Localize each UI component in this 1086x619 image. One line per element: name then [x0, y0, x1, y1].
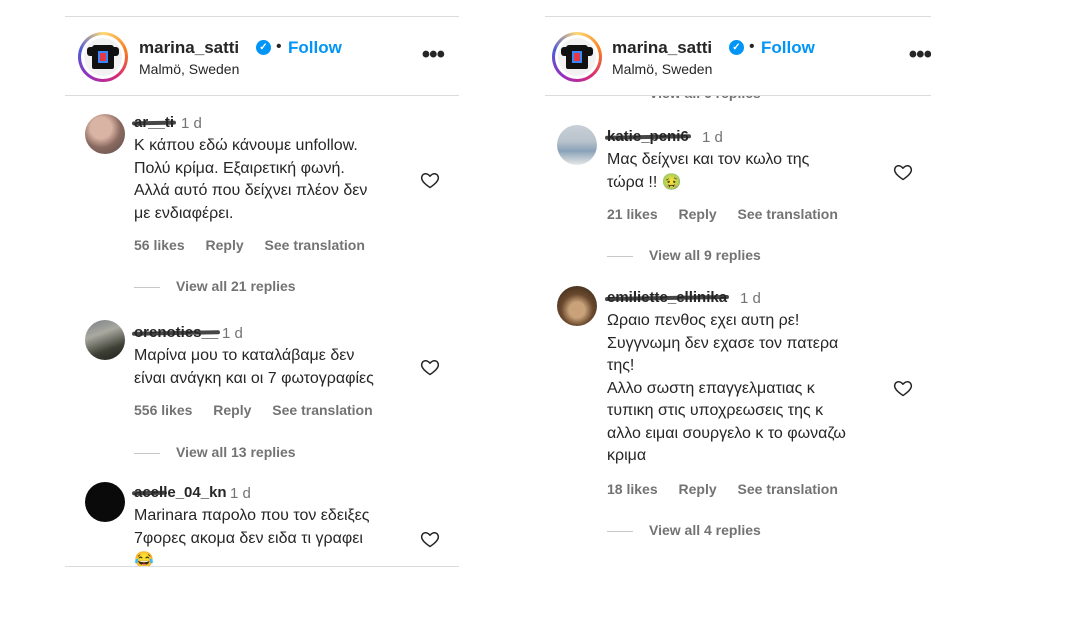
- tears-of-joy-emoji-icon: 😂: [134, 552, 154, 567]
- redaction-scribble: [131, 490, 167, 496]
- comment-time: 1 d: [230, 485, 251, 502]
- comment-time: 1 d: [181, 115, 202, 132]
- commenter-avatar[interactable]: [85, 482, 125, 522]
- replies-divider-line: [607, 255, 633, 257]
- heart-icon[interactable]: [420, 170, 440, 190]
- comments-panel-left: ar__ti 1 d Κ κάπου εδώ κάνουμε unfollow.…: [65, 16, 459, 567]
- view-replies-label: View all 21 replies: [176, 278, 296, 294]
- likes-count[interactable]: 18 likes: [607, 481, 658, 497]
- heart-icon[interactable]: [893, 378, 913, 398]
- post-header: marina_satti ✓ • Follow Malmö, Sweden ••…: [65, 17, 459, 96]
- follow-button[interactable]: Follow: [761, 38, 815, 58]
- commenter-username[interactable]: acelle_04_kn: [131, 484, 227, 501]
- view-replies-button[interactable]: View all 4 replies: [607, 522, 761, 538]
- commenter-avatar[interactable]: [557, 286, 597, 326]
- more-options-icon[interactable]: •••: [909, 41, 931, 69]
- more-options-icon[interactable]: •••: [422, 41, 445, 69]
- comment-text: Μαρίνα μου το καταλάβαμε δεν είναι ανάγκ…: [134, 347, 374, 387]
- separator-dot: •: [749, 38, 755, 55]
- reply-button[interactable]: Reply: [679, 206, 717, 222]
- replies-divider-line: [607, 530, 633, 532]
- comments-panel-right: View all 6 replies katie_peni6 1 d Μας δ…: [545, 16, 931, 546]
- reply-button[interactable]: Reply: [213, 402, 251, 418]
- comment-actions: 556 likes Reply See translation: [134, 402, 390, 418]
- replies-divider-line: [134, 286, 160, 288]
- view-replies-label: View all 4 replies: [649, 522, 761, 538]
- post-location[interactable]: Malmö, Sweden: [139, 61, 239, 77]
- see-translation-button[interactable]: See translation: [272, 402, 372, 418]
- reply-button[interactable]: Reply: [206, 237, 244, 253]
- comment-time: 1 d: [740, 290, 761, 307]
- replies-divider-line: [134, 452, 160, 454]
- heart-icon[interactable]: [420, 357, 440, 377]
- comment-text: Κ κάπου εδώ κάνουμε unfollow. Πολύ κρίμα…: [134, 137, 368, 222]
- likes-count[interactable]: 21 likes: [607, 206, 658, 222]
- profile-avatar[interactable]: [552, 32, 602, 82]
- see-translation-button[interactable]: See translation: [738, 206, 838, 222]
- comment-text: Μας δείχνει και τον κωλο της τώρα !! 🤢: [607, 151, 810, 191]
- post-location[interactable]: Malmö, Sweden: [612, 61, 712, 77]
- see-translation-button[interactable]: See translation: [265, 237, 365, 253]
- separator-dot: •: [276, 38, 282, 55]
- redaction-scribble: [131, 120, 177, 126]
- commenter-avatar[interactable]: [557, 125, 597, 165]
- nauseated-face-emoji-icon: 🤢: [661, 173, 682, 191]
- commenter-username[interactable]: orenoties__: [131, 324, 221, 341]
- verified-badge-icon: ✓: [729, 40, 744, 55]
- verified-badge-icon: ✓: [256, 40, 271, 55]
- commenter-username[interactable]: emiliette_ellinika: [604, 289, 730, 306]
- comment-actions: 21 likes Reply See translation: [607, 206, 855, 222]
- reply-button[interactable]: Reply: [679, 481, 717, 497]
- comment-time: 1 d: [702, 129, 723, 146]
- likes-count[interactable]: 56 likes: [134, 237, 185, 253]
- commenter-username[interactable]: ar__ti: [131, 114, 177, 131]
- view-replies-button[interactable]: View all 21 replies: [134, 278, 296, 294]
- profile-avatar[interactable]: [78, 32, 128, 82]
- heart-icon[interactable]: [420, 529, 440, 549]
- comment-text: Ωραιο πενθος εχει αυτη ρε! Συγγνωμη δεν …: [607, 312, 846, 464]
- see-translation-button[interactable]: See translation: [738, 481, 838, 497]
- commenter-avatar[interactable]: [85, 320, 125, 360]
- comment-actions: 18 likes Reply See translation: [607, 481, 855, 497]
- follow-button[interactable]: Follow: [288, 38, 342, 58]
- commenter-username[interactable]: katie_peni6: [604, 128, 691, 145]
- heart-icon[interactable]: [893, 162, 913, 182]
- post-username[interactable]: marina_satti: [612, 38, 712, 58]
- post-header: marina_satti ✓ • Follow Malmö, Sweden ••…: [545, 17, 931, 96]
- comment-actions: 56 likes Reply See translation: [134, 237, 382, 253]
- view-replies-button[interactable]: View all 13 replies: [134, 444, 296, 460]
- comment-text: Marinara παρολο που τον εδειξες 7φορες α…: [134, 507, 370, 567]
- comment-time: 1 d: [222, 325, 243, 342]
- view-replies-label: View all 13 replies: [176, 444, 296, 460]
- commenter-avatar[interactable]: [85, 114, 125, 154]
- likes-count[interactable]: 556 likes: [134, 402, 192, 418]
- post-username[interactable]: marina_satti: [139, 38, 239, 58]
- view-replies-label: View all 9 replies: [649, 247, 761, 263]
- view-replies-button[interactable]: View all 9 replies: [607, 247, 761, 263]
